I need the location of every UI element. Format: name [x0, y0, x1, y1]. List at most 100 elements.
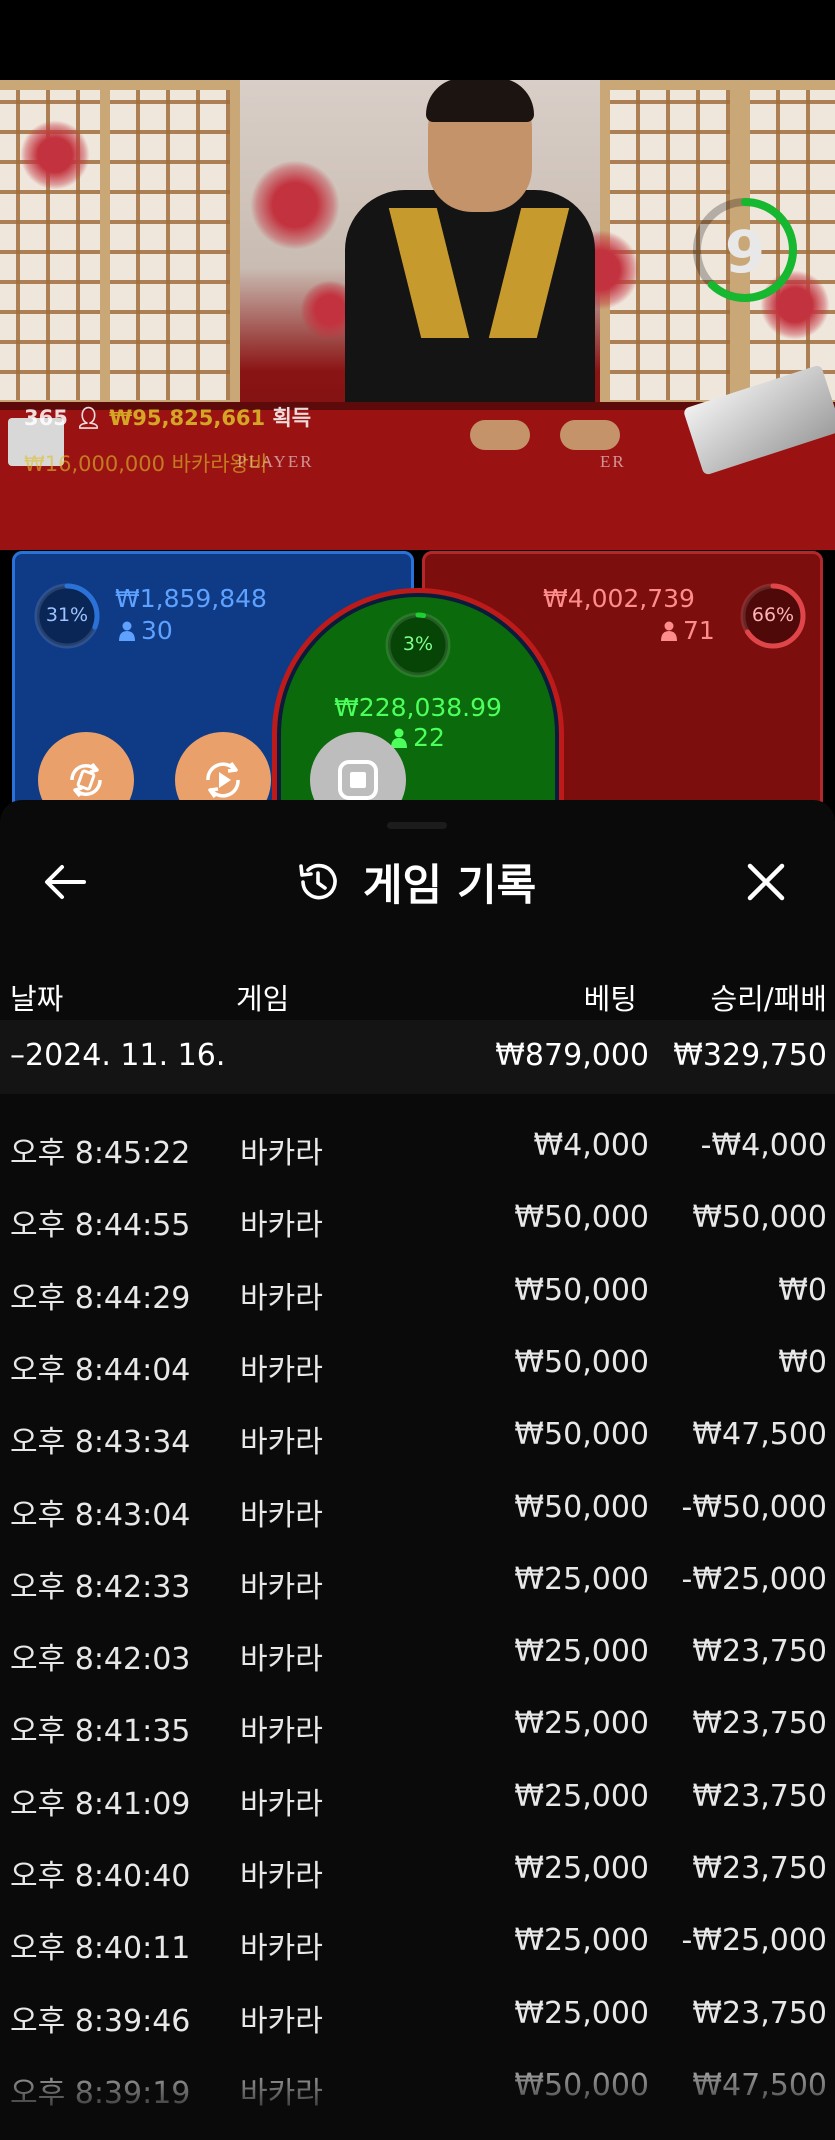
banker-percent: 66% — [751, 604, 795, 626]
sheet-title-group: 게임 기록 — [295, 854, 537, 911]
row-time: 오후 8:40:11 — [10, 1931, 191, 1967]
blossom-decoration — [20, 120, 90, 190]
winnings-label: 획득 — [272, 406, 312, 430]
tie-bet-amount: ₩228,038.99 — [334, 693, 502, 722]
row-bet: ₩25,000 — [514, 1561, 649, 1597]
row-game: 바카라 — [240, 1136, 323, 1171]
history-row[interactable]: 오후 8:44:29 바카라 ₩50,000 ₩0 — [0, 1255, 835, 1327]
row-result: ₩50,000 — [692, 1200, 827, 1236]
row-result: ₩23,750 — [692, 1995, 827, 2031]
history-row[interactable]: 오후 8:42:03 바카라 ₩25,000 ₩23,750 — [0, 1616, 835, 1688]
list-fade — [0, 2045, 835, 2140]
row-bet: ₩50,000 — [514, 1272, 649, 1308]
history-row[interactable]: 오후 8:41:35 바카라 ₩25,000 ₩23,750 — [0, 1688, 835, 1760]
row-result: -₩25,000 — [681, 1561, 827, 1597]
row-bet: ₩25,000 — [514, 1634, 649, 1670]
table-header: 날짜 게임 베팅 승리/패배 — [0, 968, 835, 1028]
date-total-result: ₩329,750 — [673, 1038, 827, 1073]
column-bet: 베팅 — [583, 982, 637, 1016]
history-row[interactable]: 오후 8:40:40 바카라 ₩25,000 ₩23,750 — [0, 1833, 835, 1905]
row-time: 오후 8:41:35 — [10, 1714, 191, 1750]
history-row[interactable]: 오후 8:43:04 바카라 ₩50,000 -₩50,000 — [0, 1472, 835, 1544]
player-count: 365 — [24, 406, 68, 430]
history-row[interactable]: 오후 8:40:11 바카라 ₩25,000 -₩25,000 — [0, 1905, 835, 1977]
stop-icon — [338, 760, 378, 800]
row-result: ₩23,750 — [692, 1851, 827, 1886]
banker-bet-amount: ₩4,002,739 — [543, 584, 695, 613]
row-time: 오후 8:41:09 — [10, 1786, 191, 1822]
row-bet: ₩25,000 — [514, 1995, 649, 2031]
person-icon — [119, 621, 135, 641]
blossom-decoration — [250, 160, 340, 250]
sheet-drag-handle[interactable] — [387, 822, 447, 829]
history-row[interactable]: 오후 8:44:04 바카라 ₩50,000 ₩0 — [0, 1327, 835, 1399]
decorative-screen — [100, 80, 240, 410]
column-game: 게임 — [236, 982, 290, 1016]
row-bet: ₩50,000 — [514, 1344, 649, 1380]
row-game: 바카라 — [240, 1714, 323, 1750]
row-bet: ₩50,000 — [514, 1489, 649, 1525]
row-bet: ₩25,000 — [514, 1778, 649, 1814]
tie-bettor-count: 22 — [277, 723, 559, 752]
tie-percent: 3% — [402, 633, 434, 655]
date-total-bet: ₩879,000 — [495, 1038, 649, 1073]
row-time: 오후 8:45:22 — [10, 1136, 191, 1171]
row-game: 바카라 — [240, 1280, 323, 1316]
dealer-hand — [560, 420, 620, 450]
player-count-value: 30 — [141, 616, 173, 645]
history-row[interactable]: 오후 8:42:33 바카라 ₩25,000 -₩25,000 — [0, 1544, 835, 1616]
history-row[interactable]: 오후 8:45:22 바카라 ₩4,000 -₩4,000 — [0, 1110, 835, 1182]
history-row[interactable]: 오후 8:39:46 바카라 ₩25,000 ₩23,750 — [0, 1978, 835, 2050]
arrow-left-icon — [45, 865, 86, 899]
row-result: ₩47,500 — [692, 1417, 827, 1453]
autoplay-icon — [206, 761, 240, 799]
row-time: 오후 8:39:46 — [10, 2003, 191, 2039]
history-row[interactable]: 오후 8:44:55 바카라 ₩50,000 ₩50,000 — [0, 1182, 835, 1254]
player-bettor-count: 30 — [119, 616, 173, 645]
date-group-row[interactable]: –2024. 11. 16. ₩879,000 ₩329,750 — [0, 1020, 835, 1094]
person-icon — [661, 621, 677, 641]
player-bet-amount: ₩1,859,848 — [115, 584, 267, 613]
column-result: 승리/패배 — [710, 982, 828, 1016]
row-time: 오후 8:44:04 — [10, 1352, 191, 1388]
felt-banker-label: ER — [600, 452, 626, 471]
column-date: 날짜 — [10, 982, 64, 1016]
back-button[interactable] — [40, 860, 90, 904]
row-game: 바카라 — [240, 1497, 323, 1533]
players-online: 365 👤︎ ₩95,825,661 획득 — [24, 402, 311, 432]
row-time: 오후 8:40:40 — [10, 1859, 191, 1894]
close-button[interactable] — [742, 858, 790, 906]
row-game: 바카라 — [240, 2003, 323, 2039]
countdown-timer: 9 — [724, 218, 766, 286]
row-time: 오후 8:42:33 — [10, 1569, 191, 1605]
banker-count-value: 71 — [683, 616, 715, 645]
history-row[interactable]: 오후 8:43:34 바카라 ₩50,000 ₩47,500 — [0, 1399, 835, 1471]
row-result: ₩0 — [778, 1272, 827, 1308]
row-result: ₩23,750 — [692, 1778, 827, 1814]
sheet-header: 게임 기록 — [0, 840, 835, 920]
row-result: -₩25,000 — [681, 1923, 827, 1959]
history-row[interactable]: 오후 8:41:09 바카라 ₩25,000 ₩23,750 — [0, 1761, 835, 1833]
row-bet: ₩50,000 — [514, 1200, 649, 1236]
row-bet: ₩25,000 — [514, 1923, 649, 1959]
row-game: 바카라 — [240, 1208, 323, 1244]
person-icon — [391, 728, 408, 748]
page-title: 게임 기록 — [363, 861, 537, 911]
game-history-sheet: 게임 기록 날짜 게임 베팅 승리/패배 –2024. 11. 16. ₩879… — [0, 800, 835, 2140]
dealer-hair — [426, 80, 534, 122]
player-percent: 31% — [45, 604, 89, 626]
banker-bettor-count: 71 — [661, 616, 715, 645]
row-bet: ₩50,000 — [514, 1417, 649, 1453]
row-bet: ₩25,000 — [514, 1851, 649, 1886]
row-bet: ₩25,000 — [514, 1706, 649, 1742]
row-result: -₩4,000 — [700, 1128, 827, 1163]
tie-count-value: 22 — [413, 723, 445, 752]
row-time: 오후 8:44:55 — [10, 1208, 191, 1244]
row-result: ₩0 — [778, 1344, 827, 1380]
row-time: 오후 8:43:34 — [10, 1425, 191, 1461]
total-winnings: ₩95,825,661 — [109, 406, 266, 430]
row-game: 바카라 — [240, 1931, 323, 1967]
dealer-hand — [470, 420, 530, 450]
live-video-stream: PLAYER ER 9 365 👤︎ ₩95,825,661 획득 ₩16,00… — [0, 80, 835, 550]
date-group-label: –2024. 11. 16. — [10, 1038, 226, 1073]
